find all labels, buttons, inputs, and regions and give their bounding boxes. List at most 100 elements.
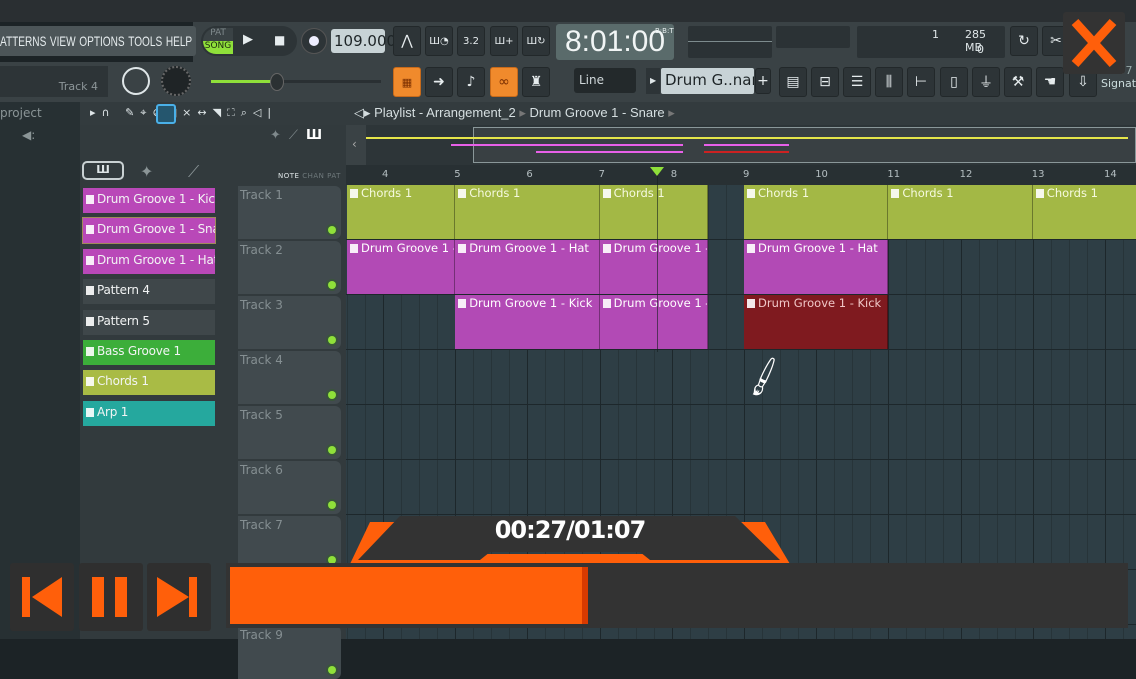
pattern-item[interactable]: Arp 1 xyxy=(83,400,215,426)
progress-handle[interactable] xyxy=(582,567,589,624)
piano-roll-icon[interactable]: ▦ xyxy=(393,67,421,97)
playlist-clip[interactable]: Chords 1 xyxy=(599,185,708,239)
mixer-icon[interactable]: ⫼ xyxy=(875,67,903,97)
pattern-item[interactable]: Pattern 5 xyxy=(83,309,215,335)
speaker-icon[interactable]: ◀: xyxy=(22,128,35,142)
playlist-clip[interactable]: Drum Groove 1 - Hat xyxy=(599,240,708,294)
pattern-prev-icon[interactable]: ▶ xyxy=(646,68,660,94)
playhead-marker[interactable] xyxy=(650,167,665,176)
playlist-icon[interactable]: ▤ xyxy=(779,67,807,97)
play-icon[interactable]: ▶ xyxy=(243,32,253,47)
master-slider-handle[interactable] xyxy=(270,73,284,91)
snap-selector[interactable]: Line xyxy=(574,68,636,93)
stop-icon[interactable]: ■ xyxy=(274,33,285,47)
step-sequencer-icon[interactable]: ⊟ xyxy=(811,67,839,97)
playlist-overview[interactable]: ‹ xyxy=(346,125,1136,165)
tab-note[interactable]: NOTE xyxy=(278,172,299,180)
track-mute-led[interactable] xyxy=(328,501,336,509)
file-icon[interactable]: ▯ xyxy=(940,67,968,97)
countdown-icon[interactable]: 3.2 xyxy=(457,26,485,56)
playlist-clip[interactable]: Chords 1 xyxy=(744,185,889,239)
pattern-item[interactable]: Drum Groove 1 - Hat xyxy=(83,248,215,274)
paint-tool-icon[interactable] xyxy=(156,104,176,124)
track-mute-led[interactable] xyxy=(328,281,336,289)
pattern-item[interactable]: Pattern 4 xyxy=(83,279,215,305)
scroll-left-icon[interactable]: ‹ xyxy=(346,125,366,165)
pattern-item[interactable]: Bass Groove 1 xyxy=(83,340,215,365)
link-icon[interactable]: ∞ xyxy=(490,67,518,97)
track-header[interactable]: Track 5 xyxy=(238,406,341,459)
menu-tools[interactable]: TOOLS xyxy=(128,33,162,49)
pattern-item[interactable]: Drum Groove 1 - Snare xyxy=(82,217,216,245)
track-header[interactable]: Track 4 xyxy=(238,351,341,404)
playlist-clip[interactable]: Drum Groove 1 - Kick xyxy=(744,295,889,349)
step-edit-icon[interactable]: Ш+ xyxy=(490,26,518,56)
next-button[interactable] xyxy=(147,563,211,631)
pattern-item[interactable]: Drum Groove 1 - Kick xyxy=(83,188,215,213)
overview-lane xyxy=(704,151,789,153)
pat-song-toggle[interactable]: PAT SONG xyxy=(203,28,233,54)
plugin-icon[interactable]: ⏚ xyxy=(972,67,1000,97)
record-button[interactable] xyxy=(301,28,327,54)
track-mute-led[interactable] xyxy=(328,336,336,344)
breadcrumb-playlist[interactable]: Playlist - Arrangement_2 xyxy=(374,105,516,120)
loop-record-icon[interactable]: Ш↻ xyxy=(522,26,550,56)
knob-icon[interactable]: ♜ xyxy=(522,67,550,97)
bar-number: 6 xyxy=(526,169,533,180)
previous-button[interactable] xyxy=(10,563,74,631)
pattern-selector[interactable]: Drum G..nare xyxy=(661,68,754,94)
playlist-clip[interactable]: Drum Groove 1 - Hat xyxy=(744,240,889,294)
tab-pat[interactable]: PAT xyxy=(327,172,341,180)
track-mute-led[interactable] xyxy=(328,391,336,399)
channel-rack-icon[interactable]: ☰ xyxy=(843,67,871,97)
track-view-icons[interactable]: ✦⟋Ш xyxy=(270,128,330,143)
hand-icon[interactable]: ☚ xyxy=(1036,67,1064,97)
automation-view-icon[interactable]: ⟋ xyxy=(188,162,199,182)
master-slider-track[interactable] xyxy=(211,80,381,83)
playlist-clip[interactable]: Drum Groove 1 - Hat xyxy=(455,240,600,294)
playlist-tools[interactable]: ▸∩ ✎⌖⊘◁×↔◥⛶⌕◁| xyxy=(90,106,277,120)
metronome-icon[interactable]: ⋀ xyxy=(393,26,421,56)
master-volume-knob[interactable] xyxy=(122,67,150,95)
playlist-clip[interactable]: Chords 1 xyxy=(1032,185,1136,239)
track-mute-led[interactable] xyxy=(328,226,336,234)
audio-view-icon[interactable]: ✦ xyxy=(140,162,153,181)
bar-number: 4 xyxy=(382,169,389,180)
track-mute-led[interactable] xyxy=(328,666,336,674)
timeline-ruler[interactable]: 4 5 6 7 8 9 10 11 12 13 14 xyxy=(346,165,1136,185)
menu-help[interactable]: HELP xyxy=(166,33,192,49)
track-header[interactable]: Track 3 xyxy=(238,296,341,349)
arrow-right-icon[interactable]: ➜ xyxy=(425,67,453,97)
wait-input-icon[interactable]: Ш◔ xyxy=(425,26,453,56)
breadcrumb-pattern[interactable]: Drum Groove 1 - Snare xyxy=(530,105,665,120)
pause-icon xyxy=(92,577,104,617)
tempo-display[interactable]: 109.000 xyxy=(331,29,396,53)
browser-icon[interactable]: ⊢ xyxy=(907,67,935,97)
speaker-icon[interactable]: ◁▸ xyxy=(354,105,374,120)
menu-patterns[interactable]: ATTERNS xyxy=(0,33,46,49)
pattern-item[interactable]: Chords 1 xyxy=(83,370,215,396)
add-pattern-icon[interactable]: + xyxy=(755,68,771,94)
track-mute-led[interactable] xyxy=(328,446,336,454)
playlist-clip[interactable]: Drum Groove 1 - Hat xyxy=(347,240,456,294)
menu-options[interactable]: OPTIONS xyxy=(79,33,124,49)
menu-view[interactable]: VIEW xyxy=(50,33,76,49)
track-header[interactable]: Track 9 xyxy=(238,626,341,679)
playlist-clip[interactable]: Drum Groove 1 - Kick xyxy=(599,295,708,349)
close-button[interactable] xyxy=(1063,12,1125,74)
playlist-clip[interactable]: Chords 1 xyxy=(347,185,456,239)
track-header[interactable]: Track 1 xyxy=(238,186,341,239)
track-header[interactable]: Track 6 xyxy=(238,461,341,514)
track-header[interactable]: Track 2 xyxy=(238,241,341,294)
playlist-clip[interactable]: Drum Groove 1 - Kick xyxy=(455,295,600,349)
playlist-clip[interactable]: Chords 1 xyxy=(888,185,1033,239)
pause-button[interactable] xyxy=(79,563,143,631)
undo-icon[interactable]: ↻ xyxy=(1010,26,1038,56)
master-pitch-knob[interactable] xyxy=(161,66,191,96)
tempo-tapper-icon[interactable]: ⚒ xyxy=(1004,67,1032,97)
playlist-clip[interactable]: Chords 1 xyxy=(455,185,600,239)
track-header[interactable]: Track 7 xyxy=(238,516,341,569)
slide-icon[interactable]: ♪ xyxy=(457,67,485,97)
tab-chan[interactable]: CHAN xyxy=(302,172,324,180)
pattern-view-icon[interactable]: Ш xyxy=(82,161,124,180)
